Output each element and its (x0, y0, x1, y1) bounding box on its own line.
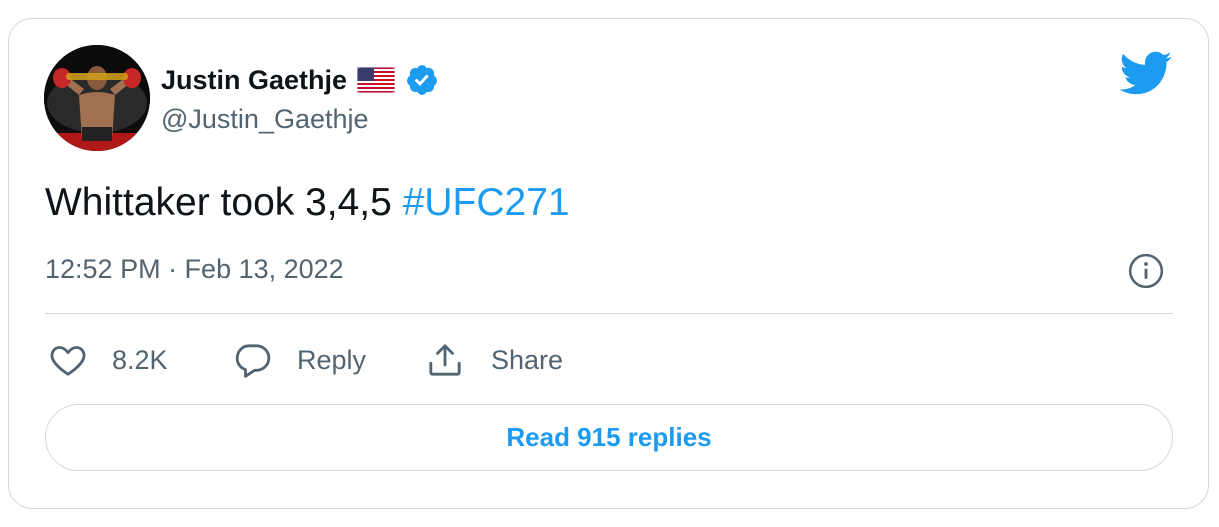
author-name[interactable]: Justin Gaethje (161, 65, 347, 96)
author-handle[interactable]: @Justin_Gaethje (161, 104, 369, 135)
tweet-timestamp[interactable]: 12:52 PM · Feb 13, 2022 (45, 254, 344, 285)
twitter-bird-icon[interactable] (1117, 50, 1173, 96)
avatar-photo (44, 45, 150, 151)
share-label: Share (491, 344, 564, 375)
us-flag-icon (357, 67, 396, 93)
info-icon[interactable] (1127, 252, 1165, 290)
tweet-text: Whittaker took 3,4,5 #UFC271 (45, 181, 570, 225)
share-upload-icon (429, 344, 461, 376)
verified-badge-icon (407, 65, 437, 95)
tweet-body: Whittaker took 3,4,5 (45, 181, 392, 224)
divider (45, 313, 1173, 314)
hashtag-link[interactable]: #UFC271 (403, 181, 570, 224)
reply-button[interactable]: Reply (233, 338, 366, 382)
read-replies-label: Read 915 replies (506, 422, 712, 452)
reply-bubble-icon (235, 344, 271, 378)
read-replies-button[interactable]: Read 915 replies (45, 404, 1173, 471)
reply-label: Reply (297, 344, 367, 375)
share-button[interactable]: Share (425, 338, 563, 382)
like-count: 8.2K (112, 344, 168, 375)
heart-icon (50, 346, 86, 376)
author-row: Justin Gaethje (161, 60, 439, 100)
like-button[interactable]: 8.2K (48, 338, 168, 382)
avatar[interactable] (44, 45, 150, 151)
